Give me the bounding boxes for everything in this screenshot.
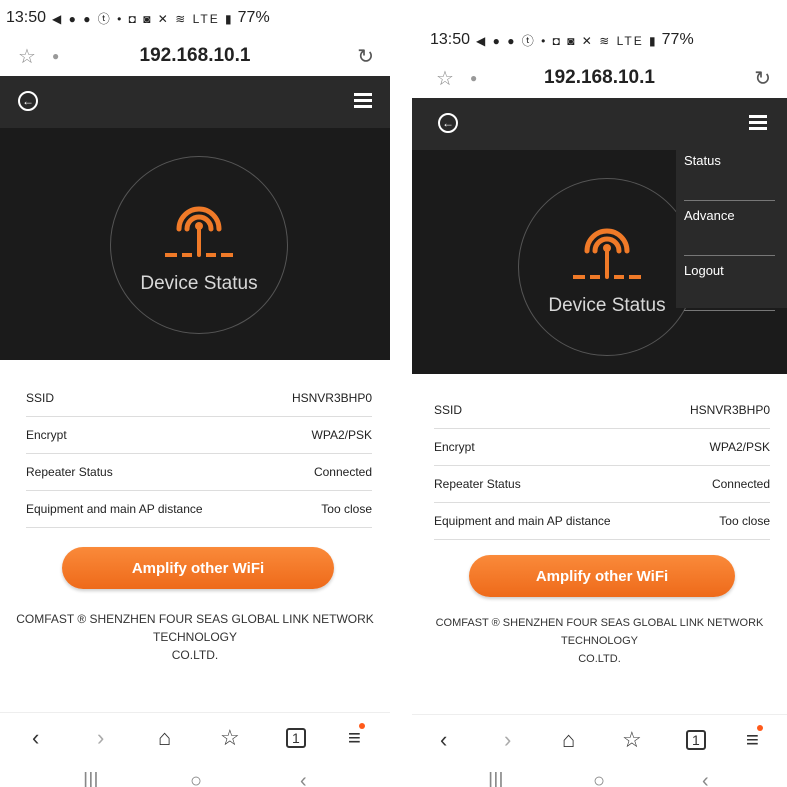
bookmark-star-icon[interactable]: ☆ [436,66,454,91]
row-key: Repeater Status [434,477,521,491]
row-value: Too close [321,502,372,516]
hamburger-menu-icon[interactable] [354,93,372,111]
amplify-wifi-button[interactable]: Amplify other WiFi [62,547,334,589]
left-screen: 13:50 ◀ ● ● ⓣ • ◘ ◙ ✕ ≋ LTE ▮ 77% ☆ ● 19… [0,0,390,787]
bookmark-star-icon[interactable]: ☆ [18,44,36,69]
menu-item-status[interactable]: Status [684,146,775,201]
site-info-icon[interactable]: ● [52,49,59,63]
status-bar: 13:50 ◀ ● ● ⓣ • ◘ ◙ ✕ ≋ LTE ▮ 77% [412,22,787,58]
nav-back-icon[interactable]: ‹ [32,725,39,751]
system-home-icon[interactable]: ○ [190,770,202,787]
home-icon[interactable]: ⌂ [562,727,575,753]
signal-tower-icon [573,228,641,279]
system-back-icon[interactable]: ‹ [300,770,307,787]
footer-line-2: CO.LTD. [171,648,219,662]
system-nav-bar: ||| ○ ‹ [412,762,787,787]
url-text[interactable]: 192.168.10.1 [412,67,787,89]
reload-icon[interactable]: ↻ [357,44,374,69]
footer-line-2: CO.LTD. [578,653,621,665]
device-status-hero: Device Status [0,128,390,360]
table-row: SSID HSNVR3BHP0 [434,392,770,429]
footer-line-1: COMFAST ® SHENZHEN FOUR SEAS GLOBAL LINK… [16,612,374,644]
status-time: 13:50 [430,31,471,48]
device-status-label: Device Status [140,273,258,294]
status-bar: 13:50 ◀ ● ● ⓣ • ◘ ◙ ✕ ≋ LTE ▮ 77% [0,0,390,36]
info-table: SSID HSNVR3BHP0 Encrypt WPA2/PSK Repeate… [26,380,372,528]
device-status-circle[interactable]: Device Status [518,178,696,356]
address-bar: ☆ ● 192.168.10.1 ↻ [412,58,787,98]
row-value: Connected [313,465,372,479]
back-arrow-icon[interactable]: ← [18,91,38,111]
footer-copyright: COMFAST ® SHENZHEN FOUR SEAS GLOBAL LINK… [412,614,787,668]
row-key: SSID [26,391,55,405]
right-screen: 13:50 ◀ ● ● ⓣ • ◘ ◙ ✕ ≋ LTE ▮ 77% ☆ ● 19… [412,0,787,787]
notification-dot-icon [358,723,365,729]
notification-dot-icon [756,725,763,731]
table-row: SSID HSNVR3BHP0 [26,380,372,417]
row-value: HSNVR3BHP0 [689,403,770,417]
amplify-wifi-button[interactable]: Amplify other WiFi [469,555,735,597]
row-value: Connected [711,477,770,491]
table-row: Repeater Status Connected [26,454,372,491]
row-key: SSID [434,403,463,417]
table-row: Encrypt WPA2/PSK [434,429,770,466]
back-arrow-icon[interactable]: ← [438,113,458,133]
row-key: Repeater Status [26,465,113,479]
address-bar: ☆ ● 192.168.10.1 ↻ [0,36,390,76]
reload-icon[interactable]: ↻ [754,66,771,91]
row-key: Encrypt [434,440,475,454]
device-status-circle[interactable]: Device Status [110,156,288,334]
dropdown-menu: Status Advance Logout [676,146,787,311]
menu-item-advance[interactable]: Advance [684,201,775,256]
row-key: Equipment and main AP distance [434,514,611,528]
row-value: WPA2/PSK [311,428,372,442]
recents-icon[interactable]: ||| [83,770,99,787]
app-header: ← [412,98,787,150]
nav-forward-icon[interactable]: › [504,727,511,753]
row-value: WPA2/PSK [709,440,770,454]
browser-nav-bar: ‹ › ⌂ ☆ 1 ≡ [412,714,787,761]
browser-menu-glyph: ≡ [746,727,759,752]
browser-menu-icon[interactable]: ≡ [746,725,763,753]
table-row: Equipment and main AP distance Too close [26,491,372,528]
nav-forward-icon[interactable]: › [97,725,104,751]
status-indicators: ◀ ● ● ⓣ • ◘ ◙ ✕ ≋ LTE ▮ [52,11,234,26]
table-row: Encrypt WPA2/PSK [26,417,372,454]
system-home-icon[interactable]: ○ [593,770,605,787]
tabs-icon[interactable]: 1 [286,728,306,748]
tabs-icon[interactable]: 1 [686,730,706,750]
menu-item-logout[interactable]: Logout [684,256,775,311]
signal-tower-icon [165,206,233,257]
browser-menu-glyph: ≡ [348,725,361,750]
bookmarks-icon[interactable]: ☆ [220,725,240,751]
recents-icon[interactable]: ||| [488,770,504,787]
home-icon[interactable]: ⌂ [158,725,171,751]
status-time: 13:50 [6,9,47,26]
battery-level: 77% [237,9,270,26]
browser-menu-icon[interactable]: ≡ [348,723,365,751]
row-key: Encrypt [26,428,67,442]
nav-back-icon[interactable]: ‹ [440,727,447,753]
browser-nav-bar: ‹ › ⌂ ☆ 1 ≡ [0,712,390,759]
row-value: HSNVR3BHP0 [291,391,372,405]
battery-level: 77% [661,31,694,48]
footer-line-1: COMFAST ® SHENZHEN FOUR SEAS GLOBAL LINK… [435,617,764,647]
bookmarks-icon[interactable]: ☆ [622,727,642,753]
app-header: ← [0,76,390,128]
row-value: Too close [719,514,770,528]
table-row: Repeater Status Connected [434,466,770,503]
row-key: Equipment and main AP distance [26,502,203,516]
table-row: Equipment and main AP distance Too close [434,503,770,540]
info-table: SSID HSNVR3BHP0 Encrypt WPA2/PSK Repeate… [434,392,770,540]
system-back-icon[interactable]: ‹ [702,770,709,787]
status-indicators: ◀ ● ● ⓣ • ◘ ◙ ✕ ≋ LTE ▮ [476,33,658,48]
device-status-label: Device Status [548,295,666,316]
site-info-icon[interactable]: ● [470,71,477,85]
hamburger-menu-icon[interactable] [749,115,767,133]
system-nav-bar: ||| ○ ‹ [0,762,390,787]
footer-copyright: COMFAST ® SHENZHEN FOUR SEAS GLOBAL LINK… [0,610,390,664]
